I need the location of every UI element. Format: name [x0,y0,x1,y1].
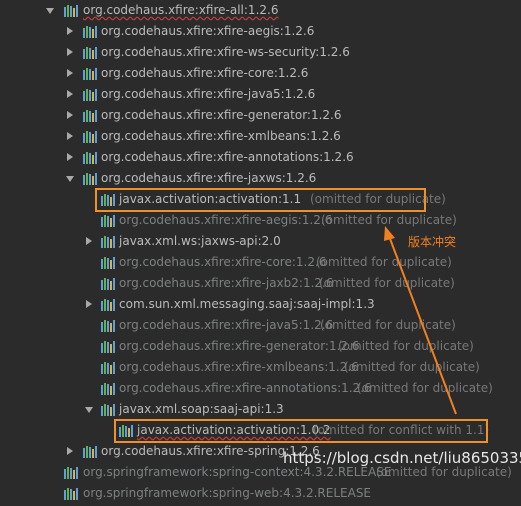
annotation-label: 版本冲突 [408,235,457,249]
annotation-arrow [384,226,457,415]
watermark: https://blog.csdn.net/liu865033503 [283,449,521,467]
